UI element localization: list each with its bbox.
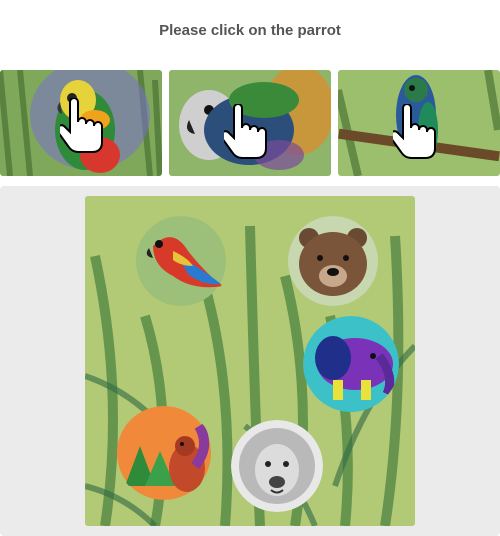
instruction-text: Please click on the parrot: [159, 22, 341, 39]
hand-pointer-icon: [60, 98, 103, 153]
animal-parrot[interactable]: [133, 216, 229, 306]
challenge-panel: [0, 186, 500, 536]
challenge-image: [85, 196, 415, 526]
captcha-widget: Please click on the parrot: [0, 0, 500, 536]
animal-lion[interactable]: [231, 420, 323, 512]
example-image-2: [169, 70, 331, 176]
animal-elephant[interactable]: [303, 316, 399, 412]
example-image-1: [0, 70, 162, 176]
animal-bear[interactable]: [287, 216, 379, 306]
example-image-3: [338, 70, 500, 176]
example-images-row: [0, 70, 500, 176]
hand-pointer-icon: [393, 104, 436, 159]
animal-squirrel[interactable]: [115, 406, 213, 500]
hand-pointer-icon: [224, 104, 267, 159]
